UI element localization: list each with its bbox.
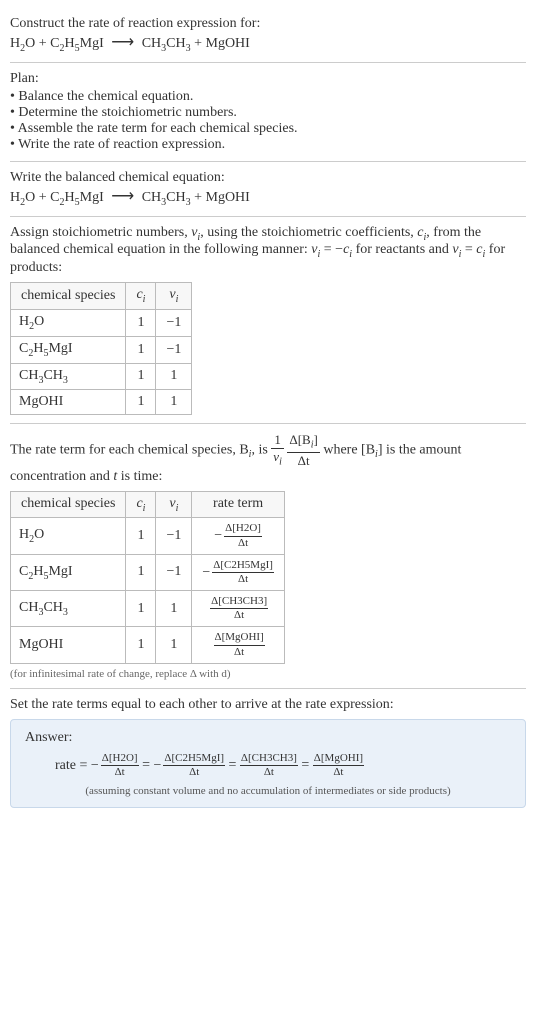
col-ci: ci <box>126 491 156 518</box>
plan-list: Balance the chemical equation. Determine… <box>10 89 526 153</box>
table-row: CH3CH3 1 1 Δ[CH3CH3]Δt <box>11 591 285 627</box>
balanced-heading: Write the balanced chemical equation: <box>10 170 526 186</box>
rate-expression: rate = −Δ[H2O]Δt = −Δ[C2H5MgI]Δt = Δ[CH3… <box>25 752 511 779</box>
cell-nui: −1 <box>156 309 192 336</box>
col-species: chemical species <box>11 491 126 518</box>
rate-fraction: Δ[C2H5MgI]Δt <box>212 559 274 586</box>
rate-fraction: Δ[MgOHI]Δt <box>214 631 265 658</box>
balanced-section: Write the balanced chemical equation: H2… <box>10 162 526 217</box>
cell-species: H2O <box>11 309 126 336</box>
cell-species: C2H5MgI <box>11 554 126 590</box>
cell-nui: 1 <box>156 363 192 390</box>
col-ci: ci <box>126 283 156 310</box>
stoich-section: Assign stoichiometric numbers, νi, using… <box>10 217 526 425</box>
plan-item: Balance the chemical equation. <box>10 89 526 105</box>
table-header-row: chemical species ci νi <box>11 283 192 310</box>
table-row: MgOHI 1 1 <box>11 390 192 415</box>
plan-item: Assemble the rate term for each chemical… <box>10 121 526 137</box>
rate-fraction: Δ[H2O]Δt <box>224 522 262 549</box>
col-nui: νi <box>156 283 192 310</box>
stoich-table: chemical species ci νi H2O 1 −1 C2H5MgI … <box>10 282 192 415</box>
infinitesimal-note: (for infinitesimal rate of change, repla… <box>10 668 526 680</box>
rate-fraction: Δ[H2O]Δt <box>101 752 139 779</box>
col-nui: νi <box>156 491 192 518</box>
cell-species: MgOHI <box>11 627 126 663</box>
cell-ci: 1 <box>126 390 156 415</box>
reaction-arrow-icon: ⟶ <box>111 186 134 206</box>
cell-ci: 1 <box>126 554 156 590</box>
plan-item: Determine the stoichiometric numbers. <box>10 105 526 121</box>
species-h2o: H2O <box>10 36 35 51</box>
cell-nui: 1 <box>156 627 192 663</box>
reaction-arrow-icon: ⟶ <box>111 32 134 52</box>
plan-heading: Plan: <box>10 71 526 87</box>
species-ch3ch3: CH3CH3 <box>142 190 191 205</box>
rate-term-section: The rate term for each chemical species,… <box>10 424 526 688</box>
fraction-dbi-dt: Δ[Bi] Δt <box>287 432 320 468</box>
cell-ci: 1 <box>126 591 156 627</box>
cell-ci: 1 <box>126 363 156 390</box>
cell-ci: 1 <box>126 627 156 663</box>
rate-fraction: Δ[CH3CH3]Δt <box>210 595 268 622</box>
cell-ci: 1 <box>126 336 156 363</box>
cell-nui: −1 <box>156 336 192 363</box>
table-row: CH3CH3 1 1 <box>11 363 192 390</box>
species-c2h5mgi: C2H5MgI <box>50 36 104 51</box>
cell-nui: −1 <box>156 554 192 590</box>
species-c2h5mgi: C2H5MgI <box>50 190 104 205</box>
balanced-equation: H2O + C2H5MgI ⟶ CH3CH3 + MgOHI <box>10 186 526 208</box>
answer-box: Answer: rate = −Δ[H2O]Δt = −Δ[C2H5MgI]Δt… <box>10 719 526 808</box>
rate-term-table: chemical species ci νi rate term H2O 1 −… <box>10 491 285 664</box>
cell-rate: −Δ[C2H5MgI]Δt <box>192 554 285 590</box>
answer-label: Answer: <box>25 730 511 746</box>
species-h2o: H2O <box>10 190 35 205</box>
rate-fraction: Δ[C2H5MgI]Δt <box>163 752 225 779</box>
species-mgohi: MgOHI <box>206 190 250 205</box>
table-row: MgOHI 1 1 Δ[MgOHI]Δt <box>11 627 285 663</box>
table-row: C2H5MgI 1 −1 −Δ[C2H5MgI]Δt <box>11 554 285 590</box>
final-section: Set the rate terms equal to each other t… <box>10 689 526 816</box>
rate-fraction: Δ[CH3CH3]Δt <box>240 752 298 779</box>
cell-species: CH3CH3 <box>11 363 126 390</box>
plan-section: Plan: Balance the chemical equation. Det… <box>10 63 526 162</box>
cell-nui: 1 <box>156 390 192 415</box>
cell-ci: 1 <box>126 309 156 336</box>
final-heading: Set the rate terms equal to each other t… <box>10 697 526 713</box>
table-header-row: chemical species ci νi rate term <box>11 491 285 518</box>
table-row: H2O 1 −1 −Δ[H2O]Δt <box>11 518 285 554</box>
unbalanced-equation: H2O + C2H5MgI ⟶ CH3CH3 + MgOHI <box>10 32 526 54</box>
answer-assumption-note: (assuming constant volume and no accumul… <box>25 785 511 797</box>
fraction-1-over-nu: 1 νi <box>271 432 284 468</box>
prompt-heading: Construct the rate of reaction expressio… <box>10 16 526 32</box>
species-mgohi: MgOHI <box>206 36 250 51</box>
rate-fraction: Δ[MgOHI]Δt <box>313 752 364 779</box>
rate-term-paragraph: The rate term for each chemical species,… <box>10 432 526 484</box>
species-ch3ch3: CH3CH3 <box>142 36 191 51</box>
col-species: chemical species <box>11 283 126 310</box>
cell-species: CH3CH3 <box>11 591 126 627</box>
cell-rate: Δ[MgOHI]Δt <box>192 627 285 663</box>
cell-species: C2H5MgI <box>11 336 126 363</box>
cell-species: H2O <box>11 518 126 554</box>
prompt-section: Construct the rate of reaction expressio… <box>10 8 526 63</box>
cell-ci: 1 <box>126 518 156 554</box>
stoich-paragraph: Assign stoichiometric numbers, νi, using… <box>10 225 526 277</box>
plan-item: Write the rate of reaction expression. <box>10 137 526 153</box>
cell-nui: −1 <box>156 518 192 554</box>
table-row: H2O 1 −1 <box>11 309 192 336</box>
cell-rate: −Δ[H2O]Δt <box>192 518 285 554</box>
table-row: C2H5MgI 1 −1 <box>11 336 192 363</box>
cell-rate: Δ[CH3CH3]Δt <box>192 591 285 627</box>
col-rate-term: rate term <box>192 491 285 518</box>
cell-nui: 1 <box>156 591 192 627</box>
cell-species: MgOHI <box>11 390 126 415</box>
